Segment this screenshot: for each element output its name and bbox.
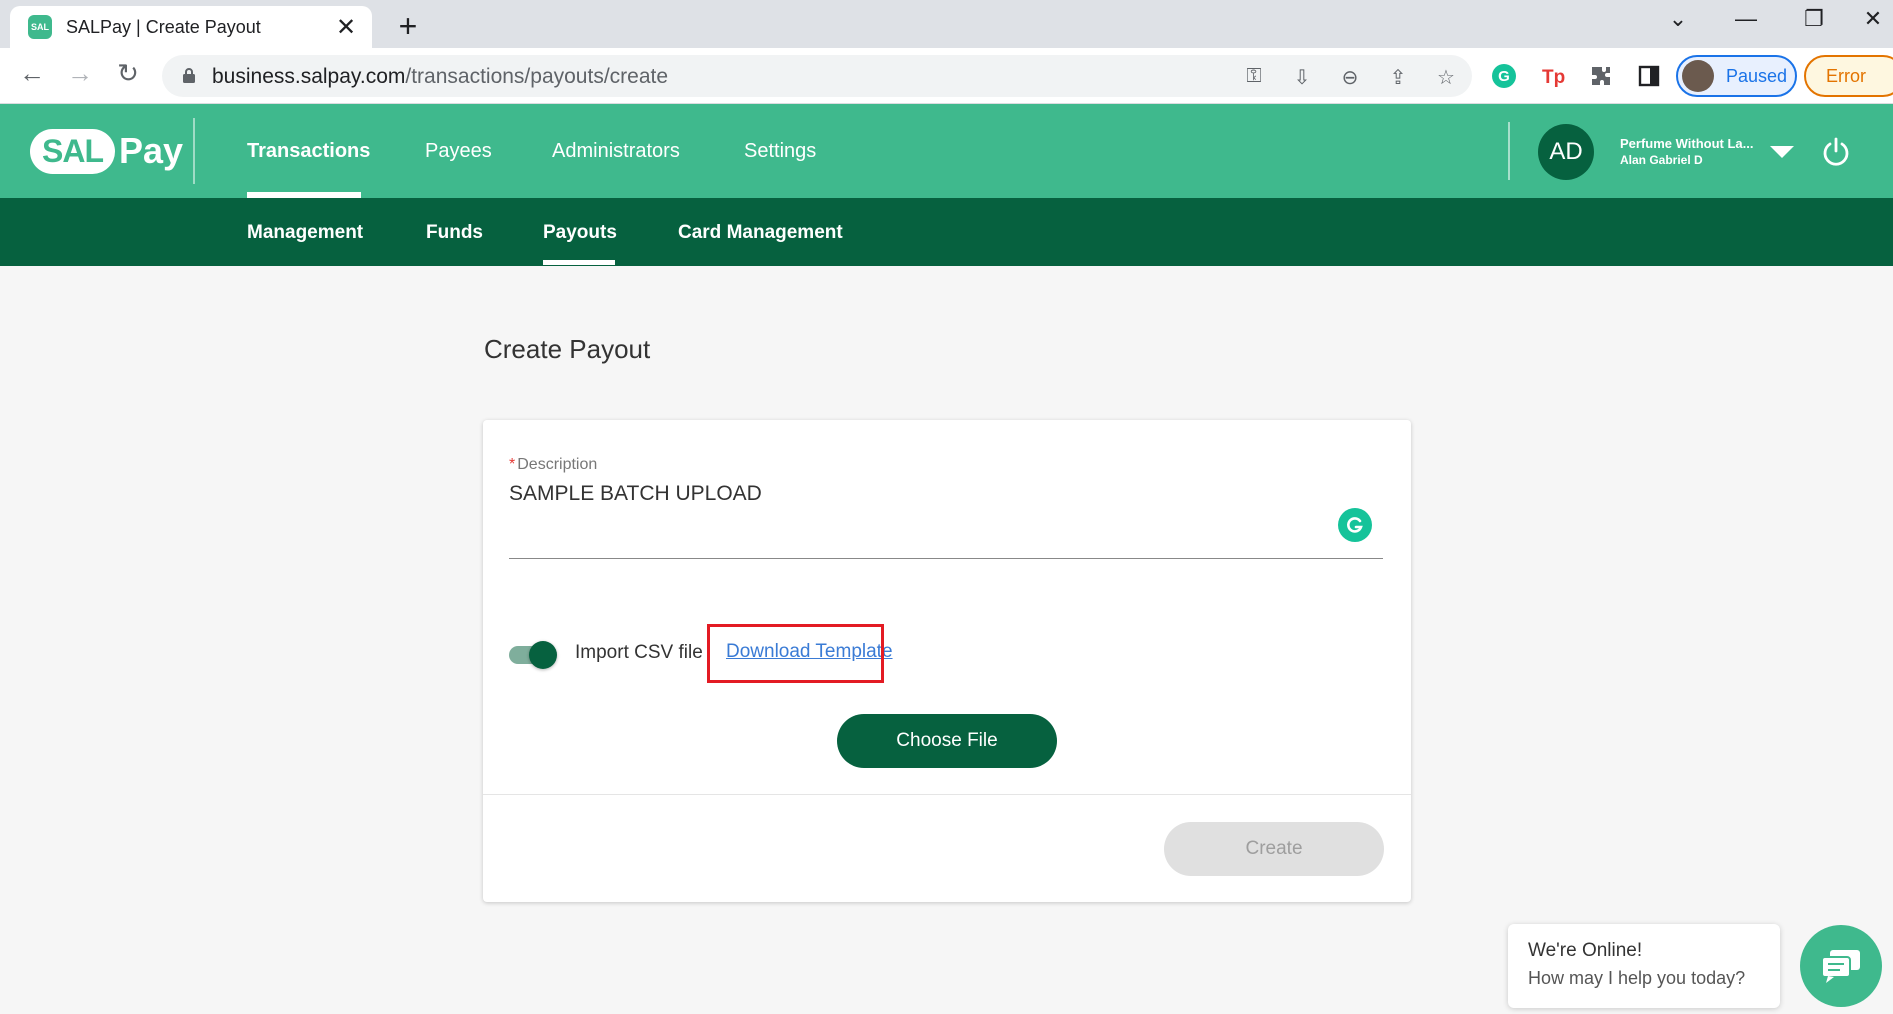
subnav-management[interactable]: Management — [247, 222, 363, 244]
restore-icon[interactable]: ❐ — [1794, 6, 1834, 32]
highlight-box — [707, 624, 884, 683]
nav-transactions[interactable]: Transactions — [247, 140, 370, 163]
chat-title: We're Online! — [1528, 940, 1643, 961]
subnav-active-indicator — [543, 260, 615, 265]
account-name: Perfume Without La... — [1620, 136, 1754, 151]
key-icon[interactable]: ⚿ — [1240, 65, 1268, 88]
browser-tab-bar: SAL SALPay | Create Payout ✕ + ⌄ — ❐ ✕ — [0, 0, 1893, 48]
tab-close-icon[interactable]: ✕ — [332, 13, 360, 42]
sub-nav: Management Funds Payouts Card Management — [0, 198, 1893, 266]
tp-icon[interactable]: Tp — [1539, 62, 1567, 90]
account-avatar[interactable]: AD — [1538, 124, 1594, 180]
grammarly-icon[interactable] — [1338, 508, 1372, 542]
nav-administrators[interactable]: Administrators — [552, 140, 680, 163]
svg-text:Tp: Tp — [1542, 67, 1565, 88]
chat-bubble[interactable]: We're Online! How may I help you today? — [1508, 924, 1780, 1008]
page-title: Create Payout — [484, 334, 651, 364]
puzzle-icon[interactable] — [1587, 62, 1615, 90]
back-icon[interactable]: ← — [14, 58, 50, 89]
power-icon[interactable] — [1820, 136, 1852, 168]
svg-text:G: G — [1498, 68, 1510, 85]
account-dropdown-icon[interactable] — [1770, 146, 1794, 158]
profile-paused-button[interactable]: Paused — [1676, 55, 1797, 97]
account-user: Alan Gabriel D — [1620, 153, 1703, 167]
minimize-icon[interactable]: — — [1726, 6, 1766, 32]
profile-avatar — [1682, 60, 1714, 92]
sidepanel-icon[interactable] — [1635, 62, 1663, 90]
address-bar[interactable]: business.salpay.com/transactions/payouts… — [162, 55, 1472, 97]
salpay-logo[interactable]: SAL Pay — [30, 126, 183, 176]
lock-icon — [183, 68, 195, 83]
reload-icon[interactable]: ↻ — [110, 58, 146, 89]
forward-icon[interactable]: → — [62, 58, 98, 89]
app-header: SAL Pay Transactions Payees Administrato… — [0, 104, 1893, 198]
error-button[interactable]: Error — [1804, 55, 1893, 97]
description-input[interactable]: SAMPLE BATCH UPLOAD — [509, 482, 762, 506]
chat-launcher-button[interactable] — [1800, 925, 1882, 1007]
account-divider — [1508, 122, 1510, 180]
card-divider — [483, 794, 1411, 795]
grammarly-icon[interactable]: G — [1490, 62, 1518, 90]
subnav-funds[interactable]: Funds — [426, 222, 483, 244]
new-tab-button[interactable]: + — [390, 8, 426, 45]
share-icon[interactable]: ⇪ — [1384, 65, 1412, 90]
import-csv-label: Import CSV file — [575, 642, 703, 663]
browser-tab[interactable]: SAL SALPay | Create Payout ✕ — [10, 6, 372, 48]
chat-icon — [1821, 950, 1860, 983]
close-window-icon[interactable]: ✕ — [1853, 6, 1893, 32]
create-payout-card: * Description SAMPLE BATCH UPLOAD Import … — [483, 420, 1411, 902]
star-icon[interactable]: ☆ — [1432, 65, 1460, 90]
subnav-payouts[interactable]: Payouts — [543, 222, 617, 244]
nav-payees[interactable]: Payees — [425, 140, 492, 163]
choose-file-button[interactable]: Choose File — [837, 714, 1057, 768]
salpay-favicon-icon: SAL — [28, 15, 52, 39]
nav-settings[interactable]: Settings — [744, 140, 816, 163]
zoom-icon[interactable]: ⊖ — [1336, 65, 1364, 90]
description-underline — [509, 558, 1383, 559]
chat-subtitle: How may I help you today? — [1528, 968, 1746, 988]
create-button[interactable]: Create — [1164, 822, 1384, 876]
import-csv-toggle[interactable] — [509, 639, 557, 669]
header-divider — [193, 118, 195, 184]
tab-search-icon[interactable]: ⌄ — [1658, 6, 1698, 32]
install-icon[interactable]: ⇩ — [1288, 65, 1316, 90]
tab-title: SALPay | Create Payout — [66, 16, 261, 37]
description-label: * Description — [509, 456, 598, 473]
url-text: business.salpay.com/transactions/payouts… — [212, 65, 669, 88]
subnav-card-management[interactable]: Card Management — [678, 222, 843, 244]
